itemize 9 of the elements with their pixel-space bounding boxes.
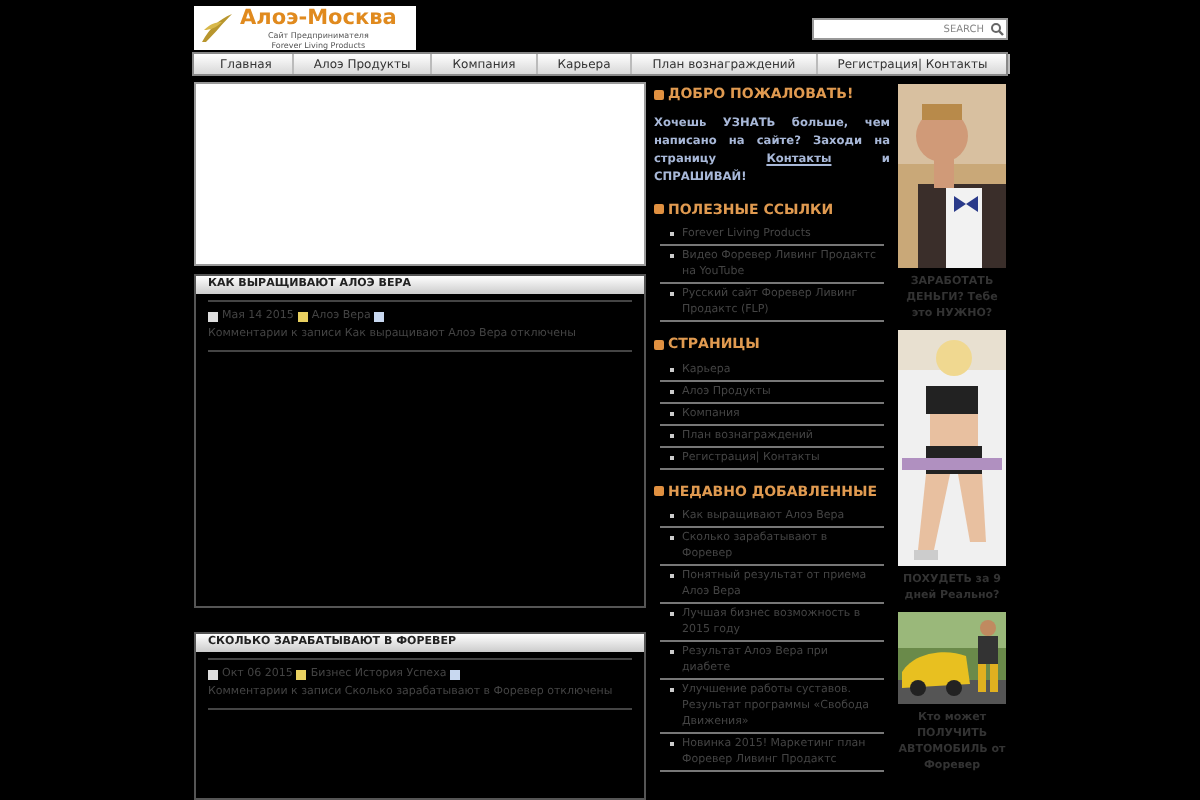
folder-icon [297, 312, 308, 322]
calendar-icon [208, 670, 218, 680]
search-icon[interactable] [990, 22, 1004, 36]
comment-icon [450, 670, 461, 680]
calendar-icon [208, 312, 218, 322]
folder-icon [296, 670, 307, 680]
comment-icon [374, 312, 385, 322]
leaf-icon [198, 12, 234, 44]
logo-title: Алоэ-Москва [240, 6, 397, 30]
